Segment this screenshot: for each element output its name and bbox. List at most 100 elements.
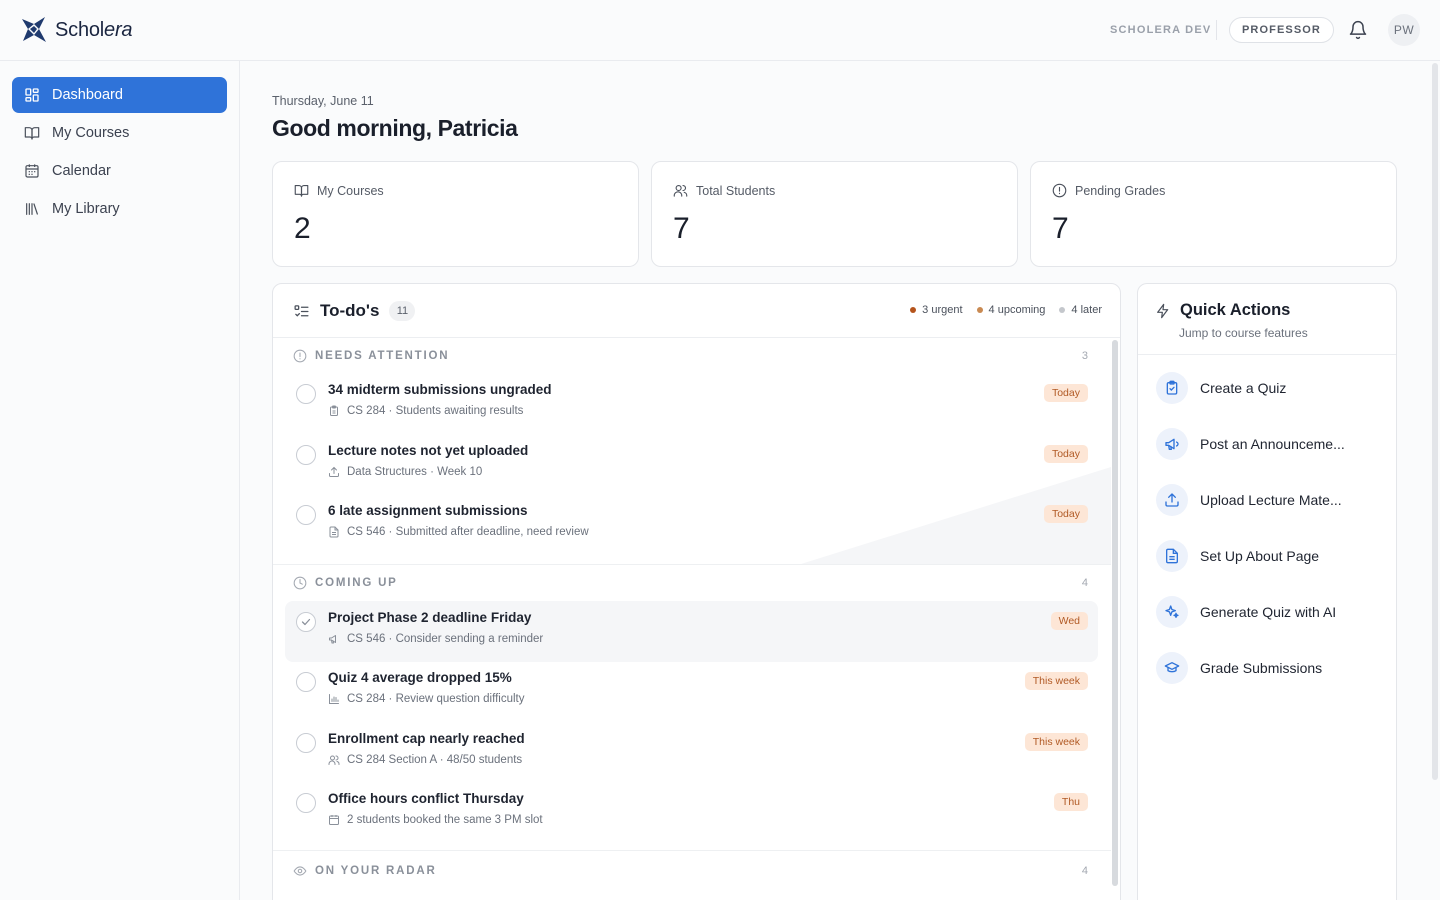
users-icon xyxy=(673,184,688,197)
quick-action-label: Create a Quiz xyxy=(1200,380,1287,396)
section-divider xyxy=(273,564,1111,565)
sidebar-item-my-library[interactable]: My Library xyxy=(12,191,227,227)
clock-icon xyxy=(293,576,307,590)
quick-action-create-quiz[interactable]: Create a Quiz xyxy=(1156,371,1381,405)
sidebar-item-dashboard[interactable]: Dashboard xyxy=(12,77,227,113)
sidebar-item-label: Calendar xyxy=(52,163,111,179)
todo-checkbox[interactable] xyxy=(296,733,316,753)
todo-item[interactable]: 34 midterm submissions ungraded CS 284 ·… xyxy=(285,373,1098,434)
stat-card-my-courses[interactable]: My Courses 2 xyxy=(272,161,639,267)
header-divider xyxy=(1216,20,1217,40)
quick-action-label: Set Up About Page xyxy=(1200,548,1320,564)
todo-scrollbar-thumb[interactable] xyxy=(1112,340,1118,886)
section-header-coming-up[interactable]: COMING UP xyxy=(293,576,398,590)
calendar-icon xyxy=(25,164,39,178)
stat-value: 7 xyxy=(673,212,690,245)
stat-label: Total Students xyxy=(696,183,776,198)
todo-panel: To-do's 11 3 urgent 4 upcoming 4 later N… xyxy=(272,283,1121,900)
top-bar: Scholera SCHOLERA DEV PROFESSOR PW xyxy=(0,0,1440,61)
alert-circle-icon xyxy=(1052,183,1067,198)
eye-icon xyxy=(293,866,307,876)
quick-action-label: Upload Lecture Mate... xyxy=(1200,492,1342,508)
dashboard-icon xyxy=(25,88,39,102)
sidebar-item-label: My Courses xyxy=(52,125,130,141)
brand-name: Scholera xyxy=(55,18,133,41)
section-header-needs-attention[interactable]: NEEDS ATTENTION xyxy=(293,349,449,363)
todo-checkbox[interactable] xyxy=(296,612,316,632)
role-badge[interactable]: PROFESSOR xyxy=(1229,17,1334,43)
bar-chart-icon xyxy=(329,694,339,704)
clipboard-icon xyxy=(330,405,338,416)
todo-item[interactable]: Project Phase 2 deadline Friday CS 546 ·… xyxy=(285,601,1098,662)
environment-label: SCHOLERA DEV xyxy=(1110,24,1212,36)
todo-item[interactable]: Lecture notes not yet uploaded Data Stru… xyxy=(285,434,1098,495)
sidebar: Dashboard My Courses Calendar My Library xyxy=(0,61,240,900)
book-icon xyxy=(24,127,40,140)
legend-upcoming[interactable]: 4 upcoming xyxy=(976,304,1045,316)
todo-item-title: Quiz 4 average dropped 15% xyxy=(328,670,512,685)
quick-actions-title: Quick Actions xyxy=(1180,301,1291,319)
todo-item-title: 6 late assignment submissions xyxy=(328,503,528,518)
due-badge: Today xyxy=(1043,505,1088,523)
todo-item-subtitle: CS 284 Section A · 48/50 students xyxy=(328,754,522,766)
quick-action-generate-quiz-ai[interactable]: Generate Quiz with AI xyxy=(1156,595,1381,629)
section-count: 3 xyxy=(1081,350,1088,362)
quick-action-upload-lecture[interactable]: Upload Lecture Mate... xyxy=(1156,483,1381,517)
todo-item-title: Enrollment cap nearly reached xyxy=(328,731,525,746)
todo-legend: 3 urgent 4 upcoming 4 later xyxy=(910,304,1102,316)
legend-later[interactable]: 4 later xyxy=(1059,304,1102,316)
section-count: 4 xyxy=(1081,865,1088,877)
megaphone-icon xyxy=(1165,438,1179,450)
quick-action-label: Post an Announceme... xyxy=(1200,436,1345,452)
quick-actions-panel: Quick Actions Jump to course features Cr… xyxy=(1137,283,1397,900)
todo-header: To-do's 11 3 urgent 4 upcoming 4 later xyxy=(273,284,1120,338)
todo-checkbox[interactable] xyxy=(296,445,316,465)
quick-action-label: Grade Submissions xyxy=(1200,660,1323,676)
due-badge: Thu xyxy=(1053,793,1088,811)
legend-urgent[interactable]: 3 urgent xyxy=(910,304,963,316)
todo-checkbox[interactable] xyxy=(296,793,316,813)
bell-icon[interactable] xyxy=(1348,20,1368,40)
graduation-cap-icon xyxy=(1164,662,1180,673)
stat-card-total-students[interactable]: Total Students 7 xyxy=(651,161,1018,267)
todo-item-subtitle: CS 546 · Submitted after deadline, need … xyxy=(328,526,589,538)
todo-item[interactable]: Quiz 4 average dropped 15% CS 284 · Revi… xyxy=(285,661,1098,722)
todo-item[interactable]: Enrollment cap nearly reached CS 284 Sec… xyxy=(285,722,1098,783)
sidebar-item-my-courses[interactable]: My Courses xyxy=(12,115,227,151)
lightning-icon xyxy=(1157,303,1169,318)
brand[interactable]: Scholera xyxy=(19,15,133,45)
todo-title: To-do's xyxy=(320,301,380,320)
megaphone-icon xyxy=(329,635,336,644)
section-header-on-your-radar[interactable]: ON YOUR RADAR xyxy=(293,864,437,878)
todo-item-subtitle: CS 284 · Students awaiting results xyxy=(328,405,523,417)
logo-icon xyxy=(22,17,46,42)
section-count: 4 xyxy=(1081,577,1088,589)
upload-icon xyxy=(1165,493,1179,507)
sidebar-item-calendar[interactable]: Calendar xyxy=(12,153,227,189)
sparkle-icon xyxy=(1165,605,1179,618)
todo-item-title: Lecture notes not yet uploaded xyxy=(328,443,529,458)
stat-value: 2 xyxy=(294,212,311,245)
todo-checkbox[interactable] xyxy=(296,672,316,692)
quick-action-post-announcement[interactable]: Post an Announceme... xyxy=(1156,427,1381,461)
avatar[interactable]: PW xyxy=(1388,14,1420,46)
due-badge: This week xyxy=(1024,672,1088,690)
page-scrollbar[interactable] xyxy=(1432,63,1438,780)
todo-item-subtitle: 2 students booked the same 3 PM slot xyxy=(328,814,543,826)
stat-card-pending-grades[interactable]: Pending Grades 7 xyxy=(1030,161,1397,267)
calendar-icon xyxy=(329,815,339,825)
quick-action-about-page[interactable]: Set Up About Page xyxy=(1156,539,1381,573)
todo-count-badge: 11 xyxy=(389,301,416,321)
todo-item-title: Office hours conflict Thursday xyxy=(328,791,524,806)
section-divider xyxy=(273,850,1111,851)
todo-item[interactable]: 6 late assignment submissions CS 546 · S… xyxy=(285,494,1098,555)
todo-item[interactable]: Office hours conflict Thursday 2 student… xyxy=(285,782,1098,843)
due-badge: Wed xyxy=(1050,612,1088,630)
todo-checkbox[interactable] xyxy=(296,384,316,404)
book-icon xyxy=(294,184,309,197)
todo-checkbox[interactable] xyxy=(296,505,316,525)
quick-action-grade-submissions[interactable]: Grade Submissions xyxy=(1156,651,1381,685)
page-title: Good morning, Patricia xyxy=(272,115,518,141)
file-icon xyxy=(329,526,339,538)
todo-item-subtitle: CS 546 · Consider sending a reminder xyxy=(328,633,543,645)
